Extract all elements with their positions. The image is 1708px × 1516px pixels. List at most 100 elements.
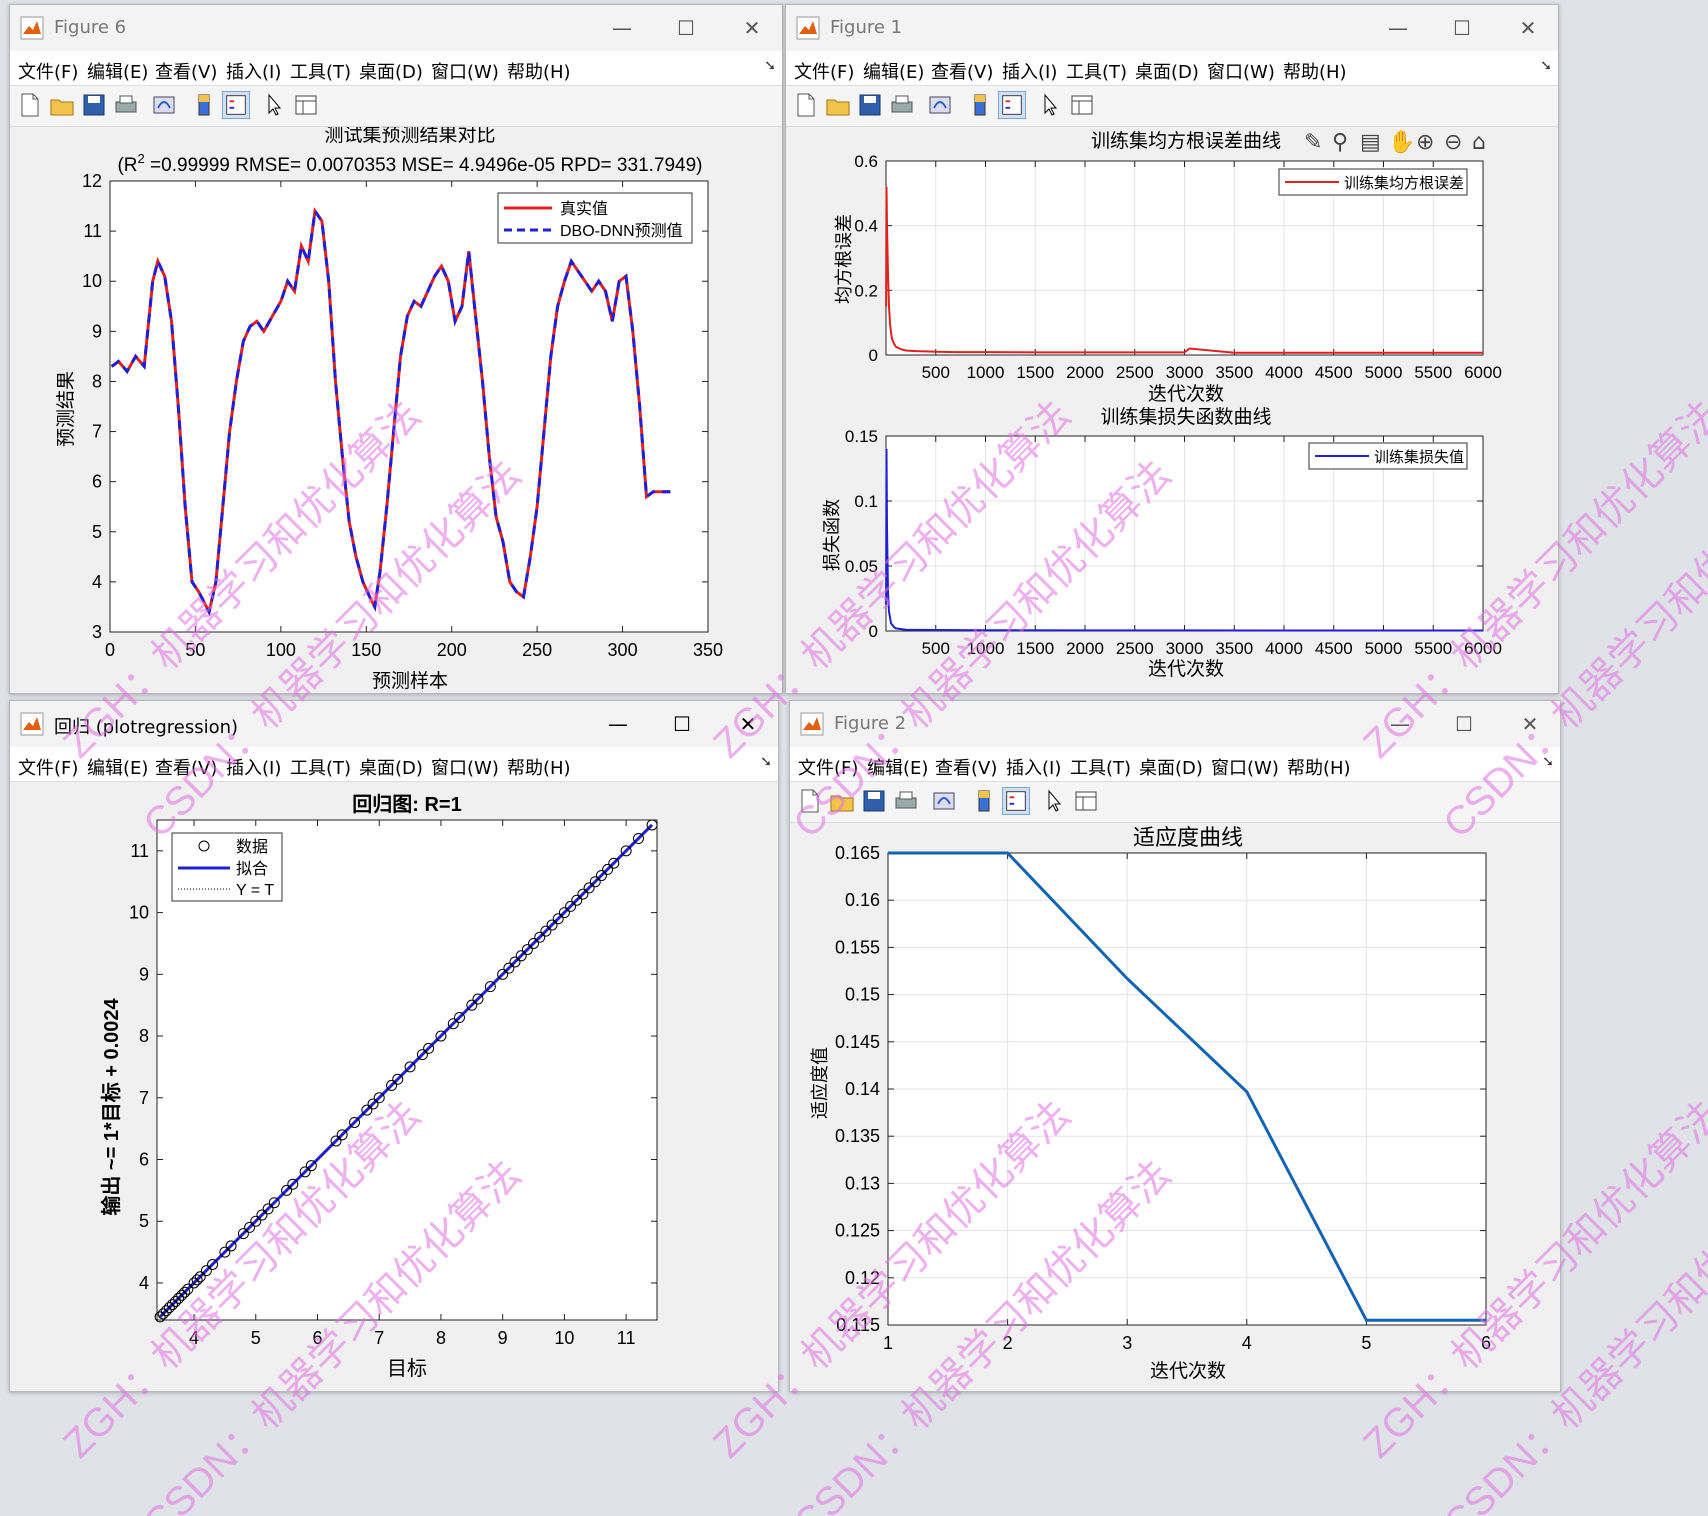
menu-tools[interactable]: 工具(T) (1066, 58, 1127, 84)
maximize-button[interactable]: ☐ (1444, 709, 1484, 739)
dock-arrow-icon[interactable]: ➘ (1540, 58, 1552, 74)
property-inspector-icon[interactable] (1068, 91, 1096, 119)
figure1-titlebar[interactable]: Figure 1 — ☐ ✕ (786, 5, 1558, 51)
rmse-legend[interactable]: 训练集均方根误差 (1278, 168, 1468, 196)
new-figure-icon[interactable] (792, 91, 820, 119)
close-button[interactable]: ✕ (1508, 13, 1548, 43)
regression-titlebar[interactable]: 回归 (plotregression) — ☐ ✕ (10, 701, 778, 747)
link-plot-icon[interactable] (150, 91, 178, 119)
menu-window[interactable]: 窗口(W) (431, 58, 499, 84)
home-icon[interactable]: ⌂ (1472, 130, 1486, 155)
insert-legend-icon[interactable] (222, 91, 250, 119)
insert-colorbar-icon[interactable] (966, 91, 994, 119)
menu-tools[interactable]: 工具(T) (1070, 754, 1131, 780)
print-icon[interactable] (112, 91, 140, 119)
open-file-icon[interactable] (828, 787, 856, 815)
menu-insert[interactable]: 插入(I) (1006, 754, 1061, 780)
save-icon[interactable] (860, 787, 888, 815)
menu-file[interactable]: 文件(F) (18, 58, 78, 84)
menu-view[interactable]: 查看(V) (935, 754, 997, 780)
menu-help[interactable]: 帮助(H) (1283, 58, 1347, 84)
menu-desktop[interactable]: 桌面(D) (359, 58, 423, 84)
link-plot-icon[interactable] (926, 91, 954, 119)
menu-file[interactable]: 文件(F) (798, 754, 858, 780)
y-tick-label: 0.05 (845, 557, 878, 576)
x-tick-label: 1000 (967, 639, 1005, 658)
figure2-titlebar[interactable]: Figure 2 — ☐ ✕ (790, 701, 1560, 747)
menu-window[interactable]: 窗口(W) (1211, 754, 1279, 780)
menu-file[interactable]: 文件(F) (18, 754, 78, 780)
minimize-button[interactable]: — (598, 709, 638, 739)
minimize-button[interactable]: — (602, 13, 642, 43)
legend[interactable]: 真实值 DBO-DNN预测值 (497, 192, 693, 244)
select-arrow-icon[interactable] (260, 91, 288, 119)
minimize-button[interactable]: — (1380, 709, 1420, 739)
insert-colorbar-icon[interactable] (970, 787, 998, 815)
menu-desktop[interactable]: 桌面(D) (1135, 58, 1199, 84)
menu-window[interactable]: 窗口(W) (1207, 58, 1275, 84)
legend[interactable]: 数据 拟合 Y = T (171, 832, 283, 902)
dock-arrow-icon[interactable]: ➘ (764, 58, 776, 74)
menu-tools[interactable]: 工具(T) (290, 754, 351, 780)
menu-view[interactable]: 查看(V) (155, 754, 217, 780)
link-plot-icon[interactable] (930, 787, 958, 815)
menu-edit[interactable]: 编辑(E) (87, 754, 148, 780)
axes-toolbar[interactable]: ✎ ⚲ ▤ ✋ ⊕ ⊖ ⌂ (1304, 129, 1486, 155)
y-tick-label: 0.125 (835, 1221, 880, 1241)
menu-insert[interactable]: 插入(I) (226, 58, 281, 84)
close-button[interactable]: ✕ (732, 13, 772, 43)
menu-desktop[interactable]: 桌面(D) (359, 754, 423, 780)
open-file-icon[interactable] (824, 91, 852, 119)
axes[interactable]: 1 2 3 4 5 6 0.115 0.12 0.125 0.13 0.135 0.14 0.145 0.… (835, 843, 1491, 1353)
zoom-in-icon[interactable]: ⊕ (1416, 130, 1434, 155)
loss-legend[interactable]: 训练集损失值 (1308, 442, 1468, 470)
close-button[interactable]: ✕ (1510, 709, 1550, 739)
menu-insert[interactable]: 插入(I) (226, 754, 281, 780)
menu-edit[interactable]: 编辑(E) (867, 754, 928, 780)
print-icon[interactable] (892, 787, 920, 815)
property-inspector-icon[interactable] (1072, 787, 1100, 815)
insert-legend-icon[interactable] (1002, 787, 1030, 815)
save-icon[interactable] (80, 91, 108, 119)
new-figure-icon[interactable] (796, 787, 824, 815)
menu-insert[interactable]: 插入(I) (1002, 58, 1057, 84)
menu-desktop[interactable]: 桌面(D) (1139, 754, 1203, 780)
regression-plot: 回归图: R=1 4 5 6 7 8 9 10 11 4 5 6 7 8 9 10 11 目标 输出 ~= 1… (99, 792, 658, 1380)
property-inspector-icon[interactable] (292, 91, 320, 119)
menu-help[interactable]: 帮助(H) (1287, 754, 1351, 780)
brush-icon[interactable]: ✎ (1304, 130, 1322, 155)
menu-help[interactable]: 帮助(H) (507, 58, 571, 84)
maximize-button[interactable]: ☐ (666, 13, 706, 43)
menu-help[interactable]: 帮助(H) (507, 754, 571, 780)
insert-colorbar-icon[interactable] (190, 91, 218, 119)
save-icon[interactable] (856, 91, 884, 119)
minimize-button[interactable]: — (1378, 13, 1418, 43)
figure6-titlebar[interactable]: Figure 6 — ☐ ✕ (10, 5, 782, 51)
zoom-out-icon[interactable]: ⊖ (1444, 130, 1462, 155)
new-figure-icon[interactable] (16, 91, 44, 119)
close-button[interactable]: ✕ (728, 709, 768, 739)
maximize-button[interactable]: ☐ (1442, 13, 1482, 43)
pan-icon[interactable]: ✋ (1388, 129, 1415, 155)
menu-edit[interactable]: 编辑(E) (863, 58, 924, 84)
x-tick-label: 5 (251, 1328, 261, 1348)
print-icon[interactable] (888, 91, 916, 119)
select-arrow-icon[interactable] (1040, 787, 1068, 815)
axes[interactable]: 0 50 100 150 200 250 300 350 3 4 5 6 7 8 9 10 11 12 (82, 171, 723, 660)
menu-tools[interactable]: 工具(T) (290, 58, 351, 84)
open-file-icon[interactable] (48, 91, 76, 119)
data-tips-icon[interactable]: ⚲ (1332, 130, 1348, 155)
menu-file[interactable]: 文件(F) (794, 58, 854, 84)
menu-view[interactable]: 查看(V) (155, 58, 217, 84)
menu-view[interactable]: 查看(V) (931, 58, 993, 84)
y-tick-label: 0.16 (845, 890, 880, 910)
menu-edit[interactable]: 编辑(E) (87, 58, 148, 84)
dock-arrow-icon[interactable]: ➘ (760, 754, 772, 770)
menu-window[interactable]: 窗口(W) (431, 754, 499, 780)
insert-legend-icon[interactable] (998, 91, 1026, 119)
maximize-button[interactable]: ☐ (662, 709, 702, 739)
dock-arrow-icon[interactable]: ➘ (1542, 754, 1554, 770)
select-arrow-icon[interactable] (1036, 91, 1064, 119)
regression-window: 回归 (plotregression) — ☐ ✕ 文件(F) 编辑(E) 查看… (9, 700, 779, 1392)
restore-view-icon[interactable]: ▤ (1360, 130, 1381, 155)
